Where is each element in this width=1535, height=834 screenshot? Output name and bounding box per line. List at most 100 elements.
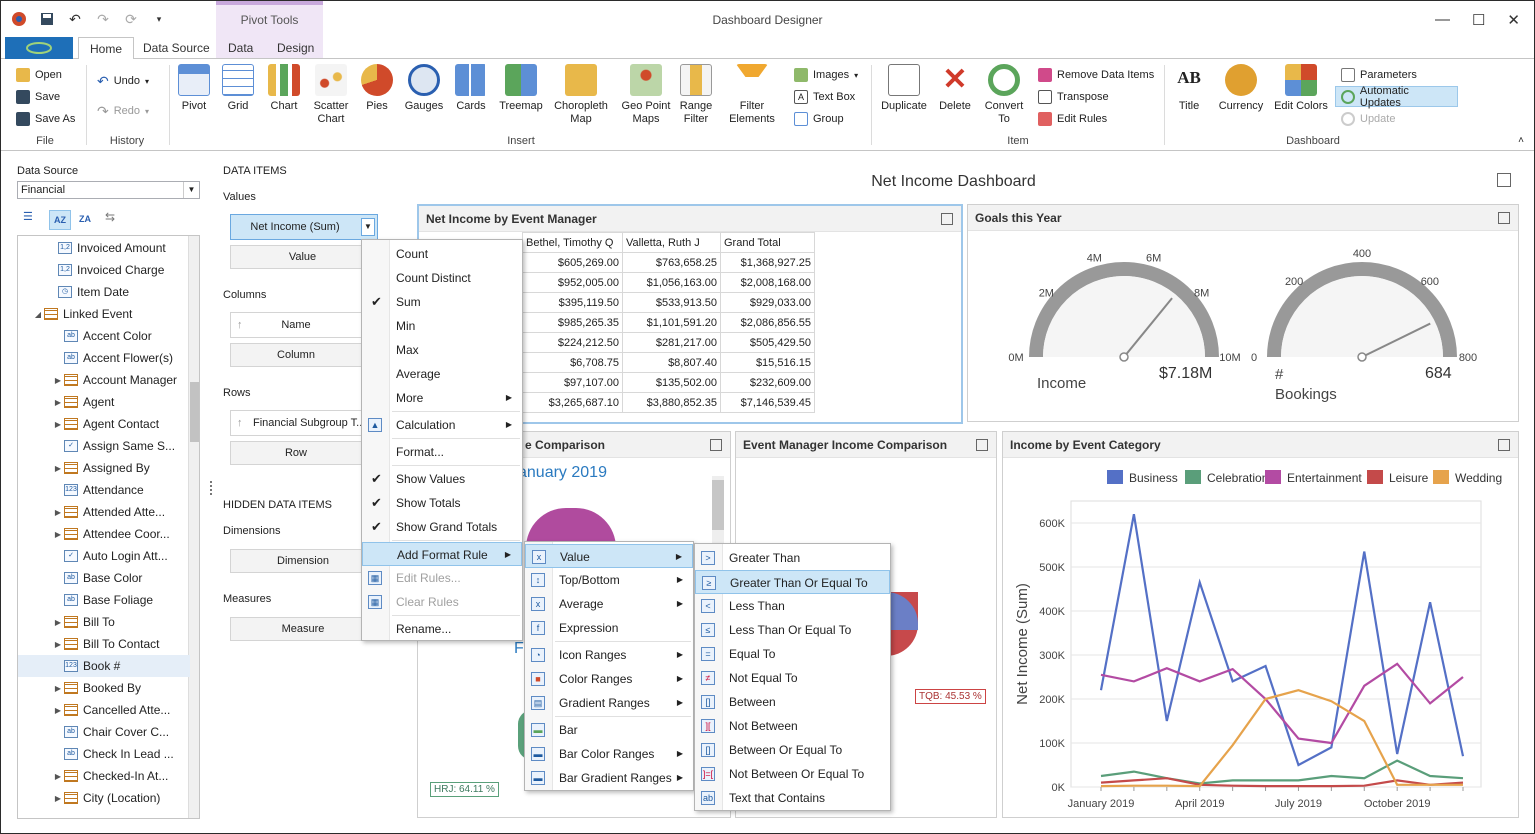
menu-item-expression[interactable]: f Expression xyxy=(525,616,693,640)
title-button[interactable]: AB Title xyxy=(1171,64,1207,113)
menu-item-between-or-equal-to[interactable]: [] Between Or Equal To xyxy=(695,738,890,762)
field-invoiced-charge[interactable]: 1,2 Invoiced Charge xyxy=(18,259,190,281)
field-checked-in-at[interactable]: ▶ Checked-In At... xyxy=(18,765,190,787)
treemap-button[interactable]: Treemap xyxy=(498,64,544,113)
field-cancelled-atte[interactable]: ▶ Cancelled Atte... xyxy=(18,699,190,721)
pivot-cell[interactable]: $232,609.00 xyxy=(720,372,815,393)
menu-item-greater-than[interactable]: > Greater Than xyxy=(695,546,890,570)
field-assigned-by[interactable]: ▶ Assigned By xyxy=(18,457,190,479)
file-menu-button[interactable] xyxy=(5,37,73,59)
menu-item-equal-to[interactable]: = Equal To xyxy=(695,642,890,666)
export-icon[interactable] xyxy=(1498,212,1510,224)
tab-home[interactable]: Home xyxy=(78,37,135,60)
pivot-cell[interactable]: $6,708.75 xyxy=(522,352,623,373)
menu-item-text-that-contains[interactable]: ab Text that Contains xyxy=(695,786,890,810)
field-bill-to[interactable]: ▶ Bill To xyxy=(18,611,190,633)
menu-item-count[interactable]: Count xyxy=(362,242,522,266)
export-icon[interactable] xyxy=(1498,439,1510,451)
menu-item-greater-than-or-equal-to[interactable]: ≥ Greater Than Or Equal To xyxy=(695,570,890,594)
dropdown-icon[interactable]: ▼ xyxy=(361,218,375,236)
menu-item-less-than-or-equal-to[interactable]: ≤ Less Than Or Equal To xyxy=(695,618,890,642)
menu-item-sum[interactable]: ✔ Sum xyxy=(362,290,522,314)
field-agent-contact[interactable]: ▶ Agent Contact xyxy=(18,413,190,435)
value-placeholder[interactable]: Value xyxy=(230,245,375,269)
pivot-cell[interactable]: $8,807.40 xyxy=(622,352,721,373)
expand-arrow-icon[interactable]: ▶ xyxy=(52,464,64,473)
edit-rules-button[interactable]: Edit Rules xyxy=(1038,110,1107,128)
pies-button[interactable]: Pies xyxy=(360,64,394,113)
collapse-ribbon-icon[interactable]: ˄ xyxy=(1518,135,1524,146)
field-city-location[interactable]: ▶ City (Location) xyxy=(18,787,190,809)
pivot-column-header[interactable]: Grand Total xyxy=(720,232,815,253)
expand-arrow-icon[interactable]: ▶ xyxy=(52,398,64,407)
currency-button[interactable]: Currency xyxy=(1215,64,1267,113)
pivot-cell[interactable]: $533,913.50 xyxy=(622,292,721,313)
menu-item-more[interactable]: More ▶ xyxy=(362,386,522,410)
field-booked-by[interactable]: ▶ Booked By xyxy=(18,677,190,699)
duplicate-button[interactable]: Duplicate xyxy=(879,64,929,113)
edit-colors-button[interactable]: Edit Colors xyxy=(1273,64,1329,113)
pivot-cell[interactable]: $505,429.50 xyxy=(720,332,815,353)
sort-ascending-icon[interactable]: AZ xyxy=(49,210,71,230)
column-placeholder[interactable]: Column xyxy=(230,343,362,367)
field-invoiced-amount[interactable]: 1,2 Invoiced Amount xyxy=(18,237,190,259)
open-button[interactable]: Open xyxy=(16,66,62,84)
menu-item-less-than[interactable]: < Less Than xyxy=(695,594,890,618)
menu-item-not-between[interactable]: ][Not Between xyxy=(695,714,890,738)
pivot-cell[interactable]: $97,107.00 xyxy=(522,372,623,393)
row-placeholder[interactable]: Row xyxy=(230,441,362,465)
expand-arrow-icon[interactable]: ▶ xyxy=(52,640,64,649)
pivot-column-header[interactable]: Valletta, Ruth J xyxy=(622,232,721,253)
maximize-icon[interactable]: ☐ xyxy=(1472,11,1485,29)
menu-item-top-bottom[interactable]: ↕ Top/Bottom ▶ xyxy=(525,568,693,592)
field-auto-login-att[interactable]: ✓ Auto Login Att... xyxy=(18,545,190,567)
collapse-arrow-icon[interactable]: ◢ xyxy=(32,310,44,319)
menu-item-average[interactable]: x Average ▶ xyxy=(525,592,693,616)
expand-arrow-icon[interactable]: ▶ xyxy=(52,376,64,385)
data-source-combo[interactable]: Financial ▼ xyxy=(17,181,200,199)
group-button[interactable]: Group xyxy=(794,110,844,128)
menu-item-calculation[interactable]: ▲ Calculation ▶ xyxy=(362,413,522,437)
tab-data-source[interactable]: Data Source xyxy=(143,41,210,55)
field-chair-cover-c[interactable]: ab Chair Cover C... xyxy=(18,721,190,743)
pivot-cell[interactable]: $135,502.00 xyxy=(622,372,721,393)
legend-label-entertainment[interactable]: Entertainment xyxy=(1287,471,1362,485)
expand-arrow-icon[interactable]: ▶ xyxy=(52,508,64,517)
expand-arrow-icon[interactable]: ▶ xyxy=(52,420,64,429)
menu-item-bar-gradient-ranges[interactable]: ▬ Bar Gradient Ranges ▶ xyxy=(525,766,693,790)
minimize-icon[interactable]: — xyxy=(1435,11,1450,29)
field-linked-event[interactable]: ◢ Linked Event xyxy=(18,303,190,325)
splitter-handle[interactable] xyxy=(210,481,213,495)
chart-button[interactable]: Chart xyxy=(266,64,302,113)
update-button[interactable]: Update xyxy=(1341,110,1395,128)
menu-item-clear-rules[interactable]: ▦ Clear Rules xyxy=(362,590,522,614)
pivot-cell[interactable]: $2,008,168.00 xyxy=(720,272,815,293)
field-attendance[interactable]: 123 Attendance xyxy=(18,479,190,501)
pivot-cell[interactable]: $1,368,927.25 xyxy=(720,252,815,273)
pivot-cell[interactable]: $605,269.00 xyxy=(522,252,623,273)
pivot-cell[interactable]: $15,516.15 xyxy=(720,352,815,373)
menu-item-gradient-ranges[interactable]: ▤ Gradient Ranges ▶ xyxy=(525,691,693,715)
menu-item-rename[interactable]: Rename... xyxy=(362,617,522,641)
field-assign-same-s[interactable]: ✓ Assign Same S... xyxy=(18,435,190,457)
field-attendee-coor[interactable]: ▶ Attendee Coor... xyxy=(18,523,190,545)
legend-label-leisure[interactable]: Leisure xyxy=(1389,471,1429,485)
transpose-button[interactable]: Transpose xyxy=(1038,88,1109,106)
menu-item-between[interactable]: [] Between xyxy=(695,690,890,714)
dimension-placeholder[interactable]: Dimension xyxy=(230,549,376,573)
menu-item-not-equal-to[interactable]: ≠ Not Equal To xyxy=(695,666,890,690)
menu-item-min[interactable]: Min xyxy=(362,314,522,338)
expand-arrow-icon[interactable]: ▶ xyxy=(52,706,64,715)
export-dashboard-icon[interactable] xyxy=(1497,173,1511,187)
menu-item-color-ranges[interactable]: ■ Color Ranges ▶ xyxy=(525,667,693,691)
scatter-chart-button[interactable]: Scatter Chart xyxy=(309,64,353,126)
convert-to-button[interactable]: Convert To xyxy=(981,64,1027,126)
pivot-cell[interactable]: $1,056,163.00 xyxy=(622,272,721,293)
remove-data-items-button[interactable]: Remove Data Items xyxy=(1038,66,1154,84)
series-line-business[interactable] xyxy=(1099,513,1465,767)
images-button[interactable]: Images ▾ xyxy=(794,66,858,84)
pivot-cell[interactable]: $224,212.50 xyxy=(522,332,623,353)
cards-button[interactable]: Cards xyxy=(454,64,488,113)
parameters-button[interactable]: Parameters xyxy=(1341,66,1417,84)
field-accent-color[interactable]: ab Accent Color xyxy=(18,325,190,347)
